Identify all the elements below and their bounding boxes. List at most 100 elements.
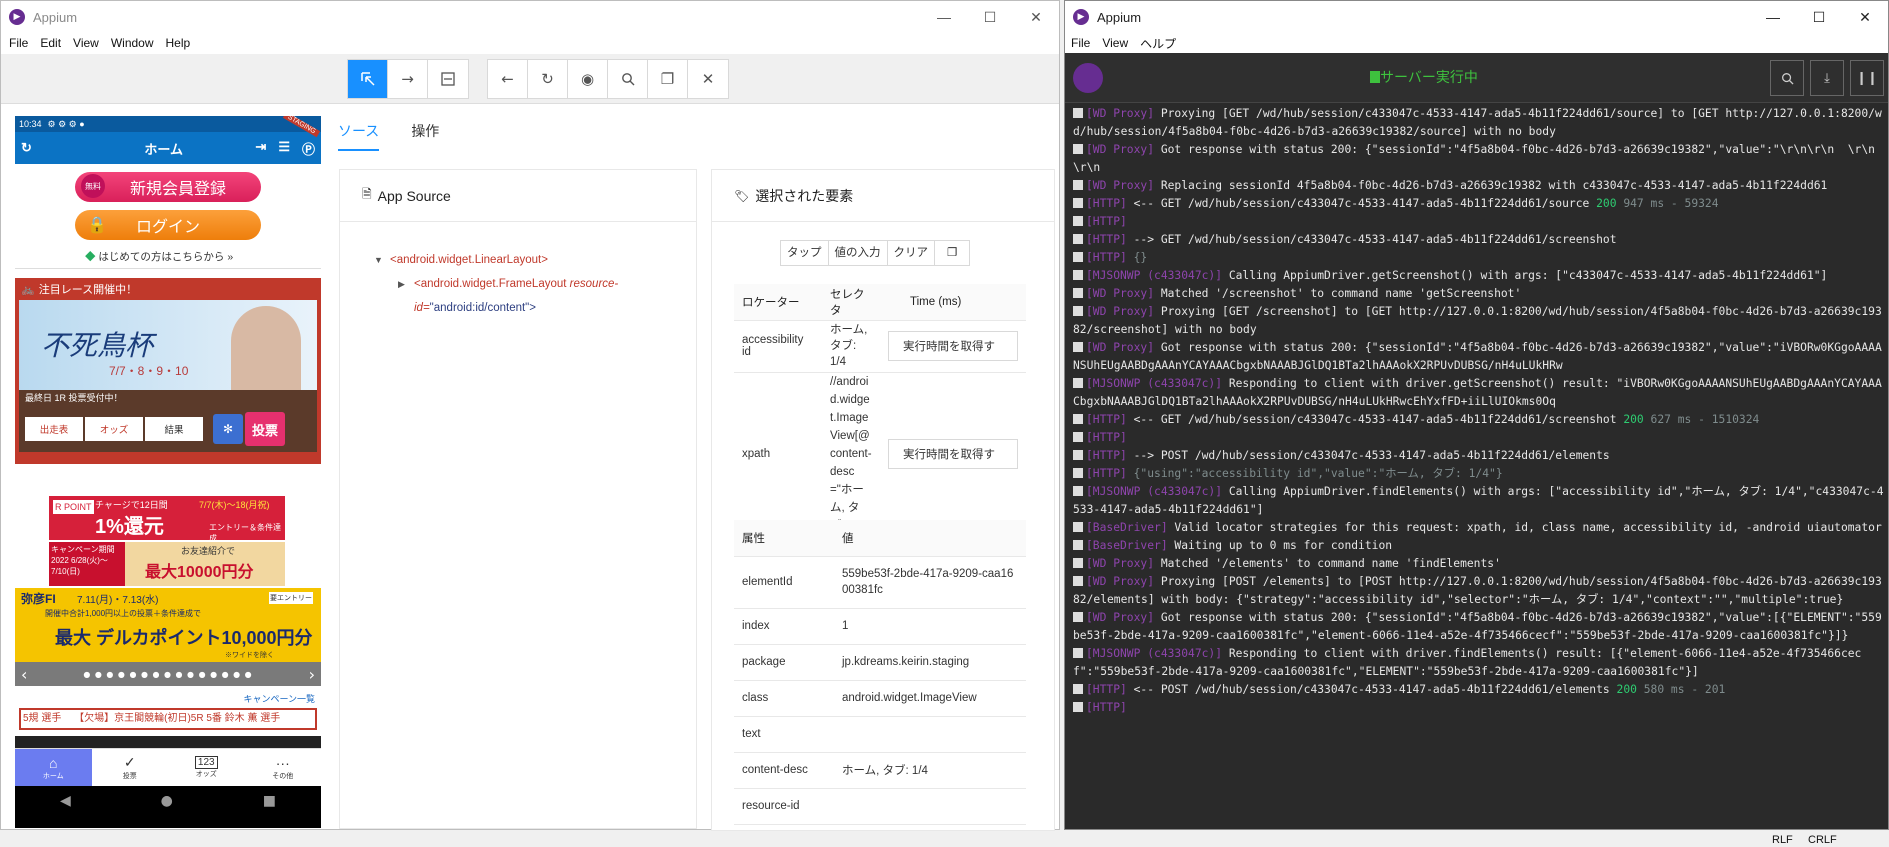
log-text: Calling AppiumDriver.getScreenshot() wit…	[1222, 269, 1828, 282]
table-row: accessibility id ホーム, タブ: 1/4 実行時間を取得す	[734, 320, 1026, 373]
refresh-button[interactable]: ↻	[528, 60, 568, 98]
campaign-list-link[interactable]: キャンペーン一覧	[243, 692, 315, 705]
server-log[interactable]: [WD Proxy] Proxying [GET /wd/hub/session…	[1073, 105, 1885, 825]
beginner-mark-icon: ◆	[85, 251, 96, 263]
bottom-nav-vote[interactable]: ✓ 投票	[92, 749, 169, 786]
clear-button[interactable]: クリア	[888, 241, 935, 265]
app-source-header: 🗎 App Source	[340, 170, 696, 222]
android-recents-icon[interactable]: ■	[263, 793, 276, 809]
back-button[interactable]: ←	[488, 60, 528, 98]
race-card-button[interactable]: 出走表	[25, 417, 83, 441]
tap-area-mode-button[interactable]	[428, 60, 468, 98]
minimize-button[interactable]: —	[1750, 1, 1796, 33]
result-button[interactable]: 結果	[145, 417, 203, 441]
promo-rpoint-banner[interactable]: R POINT チャージで12日間 1%還元 7/7(木)～18(月祝) エント…	[49, 496, 285, 543]
get-timing-button[interactable]: 実行時間を取得す	[888, 331, 1018, 361]
minimize-button[interactable]: —	[921, 1, 967, 33]
menu-window[interactable]: Window	[111, 36, 154, 50]
mode-button-group: →	[347, 59, 469, 99]
send-keys-button[interactable]: 値の入力	[829, 241, 888, 265]
android-back-icon[interactable]: ◀	[60, 793, 71, 809]
carousel-dots[interactable]: ● ● ● ● ● ● ● ● ● ● ● ● ● ● ●	[83, 670, 252, 679]
first-time-link[interactable]: ◆ はじめての方はこちらから »	[85, 249, 233, 264]
menu-help[interactable]: Help	[166, 36, 191, 50]
log-text: Got response with status 200: {"sessionI…	[1073, 143, 1875, 174]
swipe-mode-button[interactable]: →	[388, 60, 428, 98]
video-button[interactable]: ✻	[213, 414, 243, 444]
race-banner-image: 不死鳥杯 7/7・8・9・10	[19, 300, 317, 390]
caret-right-icon[interactable]: ▶	[398, 272, 414, 296]
close-window-button[interactable]: ✕	[1013, 1, 1059, 33]
copy-attributes-button[interactable]: ❐	[935, 241, 969, 265]
log-tag: [MJSONWP (c433047c)]	[1086, 485, 1223, 498]
selected-element-header: 🏷 選択された要素	[712, 170, 1054, 222]
log-line: [WD Proxy] Proxying [GET /wd/hub/session…	[1073, 105, 1885, 141]
reload-icon[interactable]: ↻	[21, 140, 32, 156]
search-element-button[interactable]	[608, 60, 648, 98]
tree-node-framelayout[interactable]: ▶ <android.widget.FrameLayout resource- i…	[374, 272, 696, 320]
vote-button[interactable]: 投票	[245, 412, 285, 446]
select-mode-button[interactable]	[348, 60, 388, 98]
menu-file[interactable]: File	[1071, 36, 1090, 50]
log-tag: [HTTP]	[1086, 431, 1127, 444]
tree-node-linearlayout[interactable]: ▼ <android.widget.LinearLayout>	[374, 248, 696, 272]
stop-server-button[interactable]: ❙❙	[1850, 60, 1884, 96]
bottom-nav-odds[interactable]: 123 オッズ	[168, 749, 245, 786]
carousel-prev-button[interactable]: ‹	[21, 665, 27, 684]
caret-down-icon[interactable]: ▼	[374, 248, 390, 272]
tab-source[interactable]: ソース	[338, 121, 380, 151]
locator-table: ロケーター セレクタ Time (ms) accessibility id ホー…	[734, 284, 1026, 536]
action-button-group: ← ↻ ◉ ❐ ✕	[487, 59, 729, 99]
show-hidden-button[interactable]: ◉	[568, 60, 608, 98]
quit-session-button[interactable]: ✕	[688, 60, 728, 98]
register-button[interactable]: 無料 新規会員登録	[75, 172, 261, 202]
race-banner-person	[231, 306, 301, 390]
featured-race-card[interactable]: 🚲 注目レース開催中！ 不死鳥杯 7/7・8・9・10 最終日 1R 投票受付中…	[15, 278, 321, 464]
menu-view[interactable]: View	[1102, 36, 1128, 50]
news-ticker[interactable]: 5規 選手 【欠場】京王閣競輪(初日)5R 5番 鈴木 薫 選手	[19, 708, 317, 730]
menu-bar: File View ヘルプ	[1065, 33, 1888, 53]
app-content: 無料 新規会員登録 🔒 ログイン ◆ はじめての方はこちらから » 🚲 注目レー…	[15, 164, 321, 786]
menu-edit[interactable]: Edit	[40, 36, 61, 50]
point-icon[interactable]: Ⓟ	[302, 139, 315, 158]
menu-view[interactable]: View	[73, 36, 99, 50]
table-row: package jp.kdreams.keirin.staging	[734, 644, 1026, 681]
login-icon[interactable]: ⇥	[255, 139, 266, 158]
message-icon[interactable]: ☰	[278, 139, 290, 158]
download-logs-button[interactable]: ⤓	[1810, 60, 1844, 96]
log-line-icon	[1073, 378, 1083, 388]
odds-button[interactable]: オッズ	[85, 417, 143, 441]
android-home-icon[interactable]: ●	[161, 793, 173, 809]
start-inspector-button[interactable]	[1770, 60, 1804, 96]
android-nav-bar: ◀ ● ■	[15, 786, 321, 816]
bottom-nav-other[interactable]: ··· その他	[245, 749, 322, 786]
menu-file[interactable]: File	[9, 36, 28, 50]
bottom-nav-home[interactable]: ⌂ ホーム	[15, 749, 92, 786]
close-window-button[interactable]: ✕	[1842, 1, 1888, 33]
tab-actions[interactable]: 操作	[411, 121, 439, 151]
get-timing-button[interactable]: 実行時間を取得す	[888, 438, 1018, 469]
maximize-button[interactable]: ☐	[1796, 1, 1842, 33]
log-text: Proxying [POST /elements] to [POST http:…	[1073, 575, 1882, 606]
server-log-window: ▶ Appium — ☐ ✕ File View ヘルプ サーバー実行中 ⤓ ❙…	[1064, 0, 1889, 830]
log-line: [HTTP] <-- GET /wd/hub/session/c433047c-…	[1073, 411, 1885, 429]
log-tag: [HTTP]	[1086, 467, 1127, 480]
free-badge: 無料	[81, 174, 105, 198]
promo-yahiko-banner[interactable]: 弥彦FI 7.11(月)・7.13(水) 要エントリー 開催中合計1,000円以…	[15, 588, 321, 662]
app-header: ↻ ホーム ⇥ ☰ Ⓟ	[15, 132, 321, 164]
log-line-icon	[1073, 198, 1083, 208]
table-row: checkable false	[734, 824, 1026, 830]
promo-friend-banner[interactable]: キャンペーン期間 2022 6/28(火)～7/10(日) お友達紹介で 最大1…	[49, 542, 285, 586]
log-line-icon	[1073, 234, 1083, 244]
login-button[interactable]: 🔒 ログイン	[75, 210, 261, 240]
android-status-bar: 10:34 ⚙ ⚙ ⚙ ● STAGING	[15, 116, 321, 137]
device-screenshot[interactable]: 10:34 ⚙ ⚙ ⚙ ● STAGING ↻ ホーム ⇥ ☰ Ⓟ 無料 新規会…	[15, 116, 321, 828]
copy-xml-button[interactable]: ❐	[648, 60, 688, 98]
inspector-tabs: ソース 操作	[338, 121, 471, 151]
log-tag: [BaseDriver]	[1086, 539, 1168, 552]
carousel-next-button[interactable]: ›	[309, 665, 315, 684]
tap-button[interactable]: タップ	[781, 241, 829, 265]
log-tag: [WD Proxy]	[1086, 107, 1155, 120]
maximize-button[interactable]: ☐	[967, 1, 1013, 33]
menu-help[interactable]: ヘルプ	[1140, 35, 1176, 52]
